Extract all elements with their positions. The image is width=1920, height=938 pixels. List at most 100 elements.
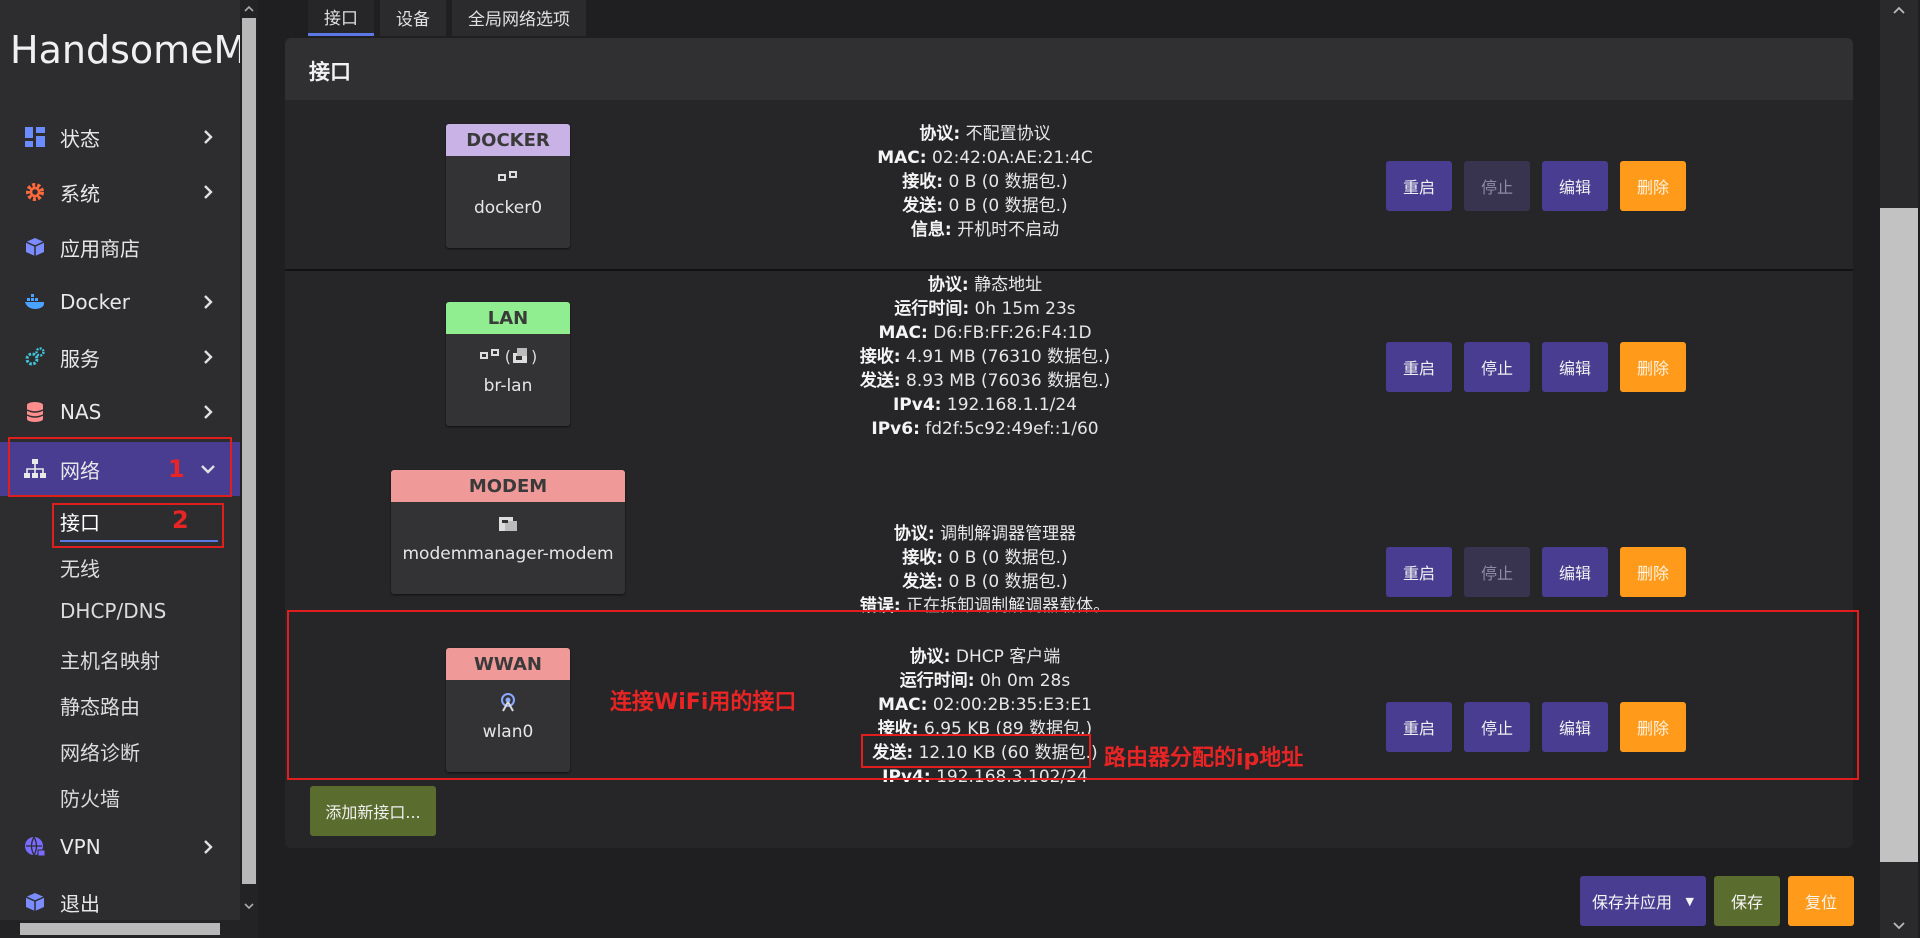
edit-button[interactable]: 编辑 <box>1542 342 1608 392</box>
save-button[interactable]: 保存 <box>1714 876 1780 926</box>
sidebar-horizontal-scrollbar[interactable] <box>0 920 258 938</box>
delete-button[interactable]: 删除 <box>1620 161 1686 211</box>
globe-lock-icon <box>24 836 46 858</box>
scroll-up-arrow-icon[interactable] <box>243 3 255 15</box>
info-line: 协议: 静态地址 <box>927 275 1043 295</box>
docker-whale-icon <box>24 291 46 313</box>
dropdown-arrow-icon[interactable]: ▼ <box>1686 895 1694 908</box>
scrollbar-thumb[interactable] <box>242 18 256 884</box>
info-line: 接收: 0 B (0 数据包.) <box>902 548 1068 568</box>
delete-button[interactable]: 删除 <box>1620 342 1686 392</box>
annotation-wifi-interface-note: 连接WiFi用的接口 <box>610 690 797 715</box>
edit-button[interactable]: 编辑 <box>1542 547 1608 597</box>
interface-device: docker0 <box>473 198 543 218</box>
add-interface-button[interactable]: 添加新接口... <box>310 786 436 836</box>
annotation-number-1: 1 <box>168 455 185 483</box>
sidebar-item-label: VPN <box>60 835 101 859</box>
chevron-right-icon <box>204 185 213 199</box>
annotation-number-2: 2 <box>172 506 189 534</box>
interface-badge[interactable]: LAN ( ) br-lan <box>446 302 570 426</box>
main-vertical-scrollbar[interactable] <box>1878 0 1920 938</box>
ethernet-ports-icon <box>446 168 570 188</box>
scroll-down-arrow-icon[interactable] <box>1892 918 1906 932</box>
restart-button[interactable]: 重启 <box>1386 342 1452 392</box>
save-apply-button[interactable]: 保存并应用 ▼ <box>1580 876 1706 926</box>
sidebar-item-status[interactable]: 状态 <box>0 110 240 164</box>
info-line: IPv6: fd2f:5c92:49ef::1/60 <box>871 419 1099 439</box>
tab-bar: 接口 设备 全局网络选项 <box>308 0 592 36</box>
interface-row-lan: LAN ( ) br-lan 协议: 静态地址 运行时间: 0h 15m 23s… <box>285 271 1853 446</box>
dashboard-icon <box>24 126 46 148</box>
sidebar-item-nas[interactable]: NAS <box>0 385 240 439</box>
panel-title: 接口 <box>309 60 351 84</box>
interface-name: MODEM <box>391 470 625 502</box>
interface-info: 协议: 调制解调器管理器 接收: 0 B (0 数据包.) 发送: 0 B (0… <box>755 522 1215 618</box>
sidebar-item-label: Docker <box>60 290 131 314</box>
sidebar-item-docker[interactable]: Docker <box>0 275 240 329</box>
info-line: 协议: 调制解调器管理器 <box>893 524 1077 544</box>
info-line: IPv4: 192.168.1.1/24 <box>892 395 1077 415</box>
modem-icon <box>391 514 625 534</box>
panel-header: 接口 <box>285 38 1853 100</box>
sidebar-item-label: 应用商店 <box>60 236 140 261</box>
interface-device: br-lan <box>483 376 533 396</box>
info-line: 发送: 0 B (0 数据包.) <box>902 572 1068 592</box>
tab-interfaces[interactable]: 接口 <box>308 0 374 36</box>
annotation-box-interfaces <box>52 503 224 548</box>
delete-button[interactable]: 删除 <box>1620 547 1686 597</box>
scrollbar-thumb[interactable] <box>1880 208 1918 862</box>
sidebar-sub-dhcp-dns[interactable]: DHCP/DNS <box>60 599 166 623</box>
sidebar: HandsomeMo 状态 系统 应用商店 Docker 服务 <box>0 0 240 938</box>
sidebar-sub-diagnostics[interactable]: 网络诊断 <box>60 737 140 766</box>
sidebar-item-system[interactable]: 系统 <box>0 165 240 219</box>
sidebar-item-app-store[interactable]: 应用商店 <box>0 220 240 274</box>
info-line: 接收: 4.91 MB (76310 数据包.) <box>859 347 1111 367</box>
bridge-ports-icon: ( ) <box>446 346 570 366</box>
sidebar-item-services[interactable]: 服务 <box>0 330 240 384</box>
edit-button[interactable]: 编辑 <box>1542 161 1608 211</box>
sidebar-item-label: 状态 <box>60 126 100 151</box>
sidebar-item-label: NAS <box>60 400 102 424</box>
scroll-down-arrow-icon[interactable] <box>243 900 255 912</box>
sidebar-sub-firewall[interactable]: 防火墙 <box>60 783 120 812</box>
brand-title: HandsomeMo <box>10 28 240 72</box>
chevron-right-icon <box>204 350 213 364</box>
interface-device: modemmanager-modem <box>402 544 614 564</box>
info-line: 信息: 开机时不启动 <box>910 220 1060 240</box>
row-actions: 重启 停止 编辑 删除 <box>1386 342 1698 392</box>
save-apply-label: 保存并应用 <box>1592 893 1673 912</box>
bridge-paren-close: ) <box>531 346 538 366</box>
sidebar-item-label: 服务 <box>60 346 100 371</box>
reset-button[interactable]: 复位 <box>1788 876 1854 926</box>
scrollbar-thumb[interactable] <box>20 923 220 935</box>
chevron-right-icon <box>204 405 213 419</box>
sidebar-sub-wireless[interactable]: 无线 <box>60 553 100 582</box>
tab-devices[interactable]: 设备 <box>380 0 446 36</box>
info-line: 发送: 8.93 MB (76036 数据包.) <box>859 371 1111 391</box>
chevron-right-icon <box>204 840 213 854</box>
interface-info: 协议: 不配置协议 MAC: 02:42:0A:AE:21:4C 接收: 0 B… <box>755 122 1215 242</box>
interface-info: 协议: 静态地址 运行时间: 0h 15m 23s MAC: D6:FB:FF:… <box>755 273 1215 441</box>
restart-button[interactable]: 重启 <box>1386 547 1452 597</box>
stop-button[interactable]: 停止 <box>1464 547 1530 597</box>
interface-badge[interactable]: MODEM modemmanager-modem <box>391 470 625 594</box>
sidebar-item-vpn[interactable]: VPN <box>0 820 240 874</box>
info-line: MAC: 02:42:0A:AE:21:4C <box>877 148 1093 168</box>
cube-icon <box>24 891 46 913</box>
gears-icon <box>24 346 46 368</box>
stop-button[interactable]: 停止 <box>1464 161 1530 211</box>
sidebar-sub-hostnames[interactable]: 主机名映射 <box>60 645 160 674</box>
sidebar-sub-static-routes[interactable]: 静态路由 <box>60 691 140 720</box>
tab-global-network-options[interactable]: 全局网络选项 <box>452 0 586 36</box>
stop-button[interactable]: 停止 <box>1464 342 1530 392</box>
info-line: 接收: 0 B (0 数据包.) <box>902 172 1068 192</box>
info-line: 运行时间: 0h 15m 23s <box>894 299 1076 319</box>
info-line: MAC: D6:FB:FF:26:F4:1D <box>878 323 1092 343</box>
sidebar-vertical-scrollbar[interactable] <box>240 0 258 938</box>
restart-button[interactable]: 重启 <box>1386 161 1452 211</box>
scroll-up-arrow-icon[interactable] <box>1892 4 1906 18</box>
interface-badge[interactable]: DOCKER docker0 <box>446 124 570 248</box>
cube-icon <box>24 236 46 258</box>
row-actions: 重启 停止 编辑 删除 <box>1386 161 1698 211</box>
info-line: 协议: 不配置协议 <box>919 124 1051 144</box>
